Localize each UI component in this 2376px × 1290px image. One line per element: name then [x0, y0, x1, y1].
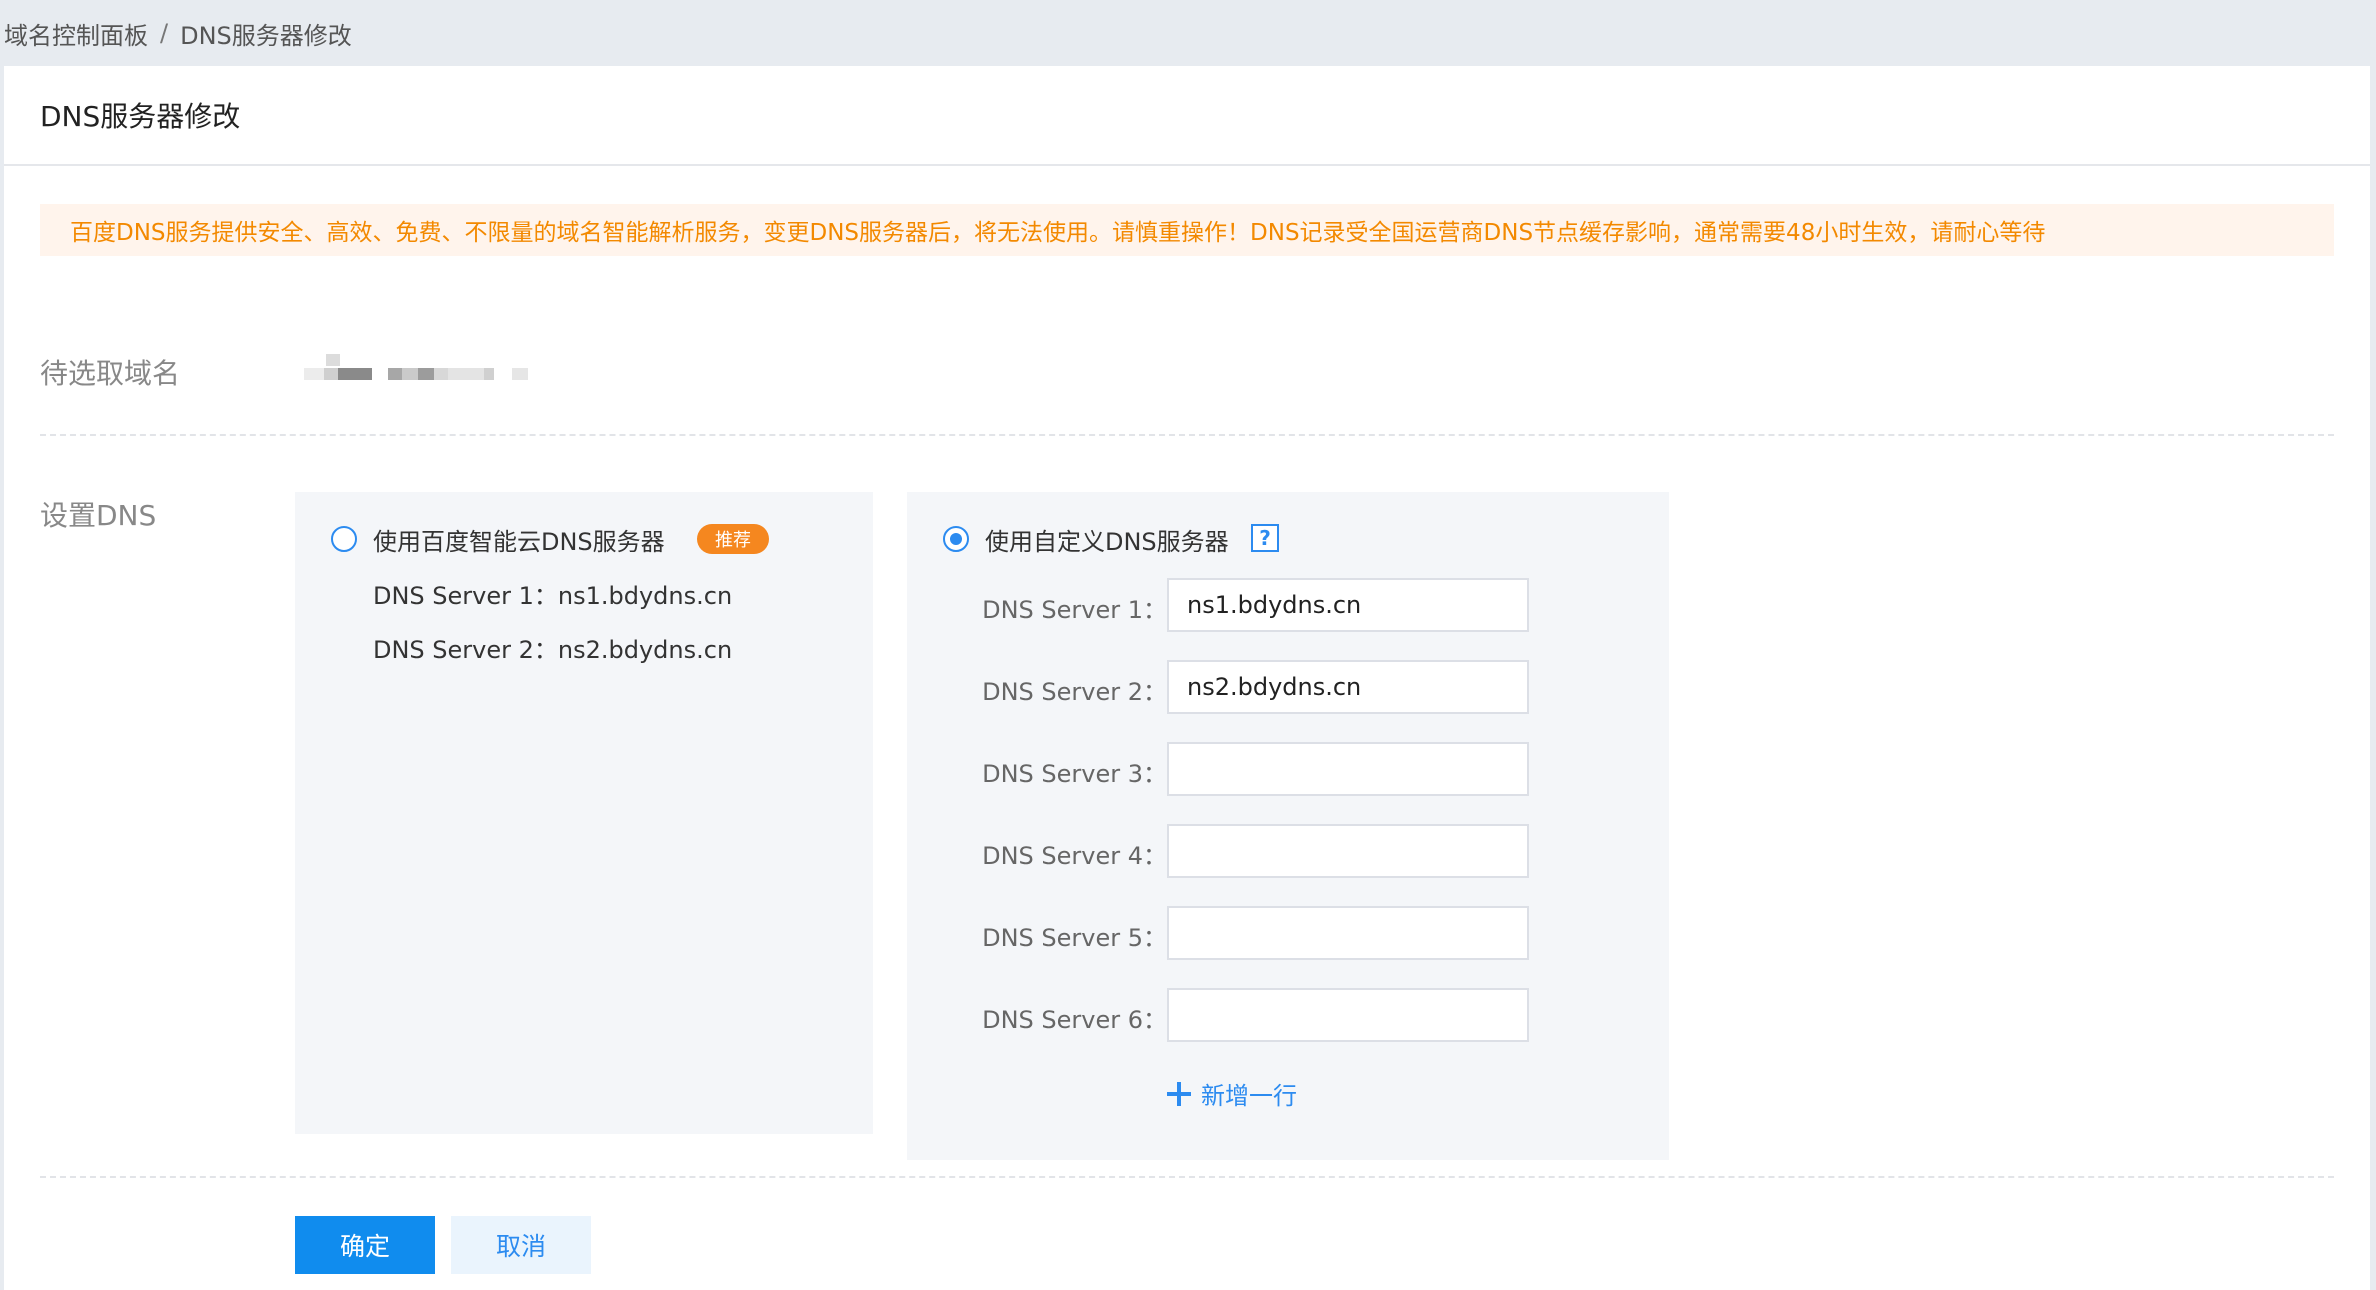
domain-row-label: 待选取域名 [40, 357, 181, 390]
dns-server-4-input[interactable] [1167, 824, 1529, 878]
cancel-button[interactable]: 取消 [451, 1216, 591, 1274]
masked-domain-name [304, 354, 544, 394]
dns-server-1-label: DNS Server 1： [982, 596, 1167, 624]
help-icon[interactable]: ? [1251, 524, 1279, 552]
baidu-dns-option-label[interactable]: 使用百度智能云DNS服务器 [373, 522, 665, 557]
breadcrumb-current: DNS服务器修改 [180, 21, 352, 50]
divider [40, 1176, 2334, 1178]
dns-server-2-label: DNS Server 2： [982, 678, 1167, 706]
breadcrumb-root[interactable]: 域名控制面板 [4, 16, 148, 51]
panel-title: DNS服务器修改 [4, 66, 2370, 166]
dns-server-2-input[interactable] [1167, 660, 1529, 714]
radio-baidu-dns[interactable] [331, 526, 357, 552]
dns-row-label: 设置DNS [40, 499, 157, 532]
radio-custom-dns[interactable] [943, 526, 969, 552]
dns-server-3-label: DNS Server 3： [982, 760, 1167, 788]
breadcrumb: 域名控制面板 / DNS服务器修改 [0, 0, 2376, 66]
plus-icon [1167, 1081, 1191, 1106]
dns-server-3-input[interactable] [1167, 742, 1529, 796]
dns-server-5-label: DNS Server 5： [982, 924, 1167, 952]
dns-server-6-input[interactable] [1167, 988, 1529, 1042]
baidu-dns-server-1: DNS Server 1：ns1.bdydns.cn [373, 582, 733, 610]
dns-server-5-input[interactable] [1167, 906, 1529, 960]
dns-edit-panel: DNS服务器修改 百度DNS服务提供安全、高效、免费、不限量的域名智能解析服务，… [4, 66, 2370, 1290]
add-row-button[interactable]: 新增一行 [1167, 1076, 1297, 1111]
warning-notice: 百度DNS服务提供安全、高效、免费、不限量的域名智能解析服务，变更DNS服务器后… [40, 204, 2334, 256]
add-row-label: 新增一行 [1201, 1082, 1297, 1110]
dns-server-6-label: DNS Server 6： [982, 1006, 1167, 1034]
confirm-button[interactable]: 确定 [295, 1216, 435, 1274]
breadcrumb-separator: / [160, 19, 169, 47]
baidu-dns-server-2: DNS Server 2：ns2.bdydns.cn [373, 636, 733, 664]
baidu-dns-option-card[interactable]: 使用百度智能云DNS服务器 推荐 DNS Server 1：ns1.bdydns… [295, 492, 873, 1134]
custom-dns-option-label[interactable]: 使用自定义DNS服务器 [985, 522, 1229, 557]
divider [40, 434, 2334, 436]
recommended-badge: 推荐 [697, 524, 769, 554]
dns-server-4-label: DNS Server 4： [982, 842, 1167, 870]
custom-dns-option-card: 使用自定义DNS服务器 ? DNS Server 1： DNS Server 2… [907, 492, 1669, 1160]
dns-server-1-input[interactable] [1167, 578, 1529, 632]
